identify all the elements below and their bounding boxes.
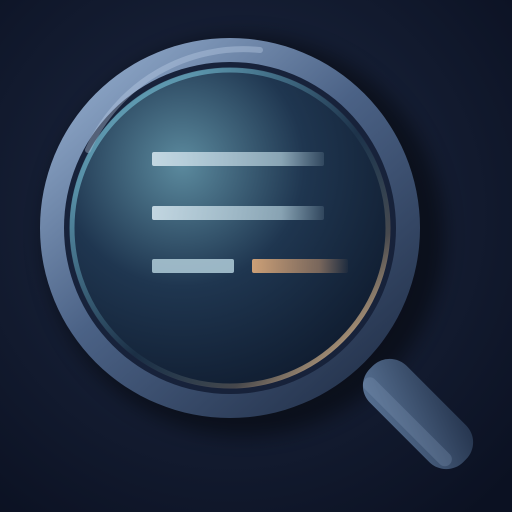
text-line-3-accent: [252, 259, 348, 273]
magnifying-glass-icon: [0, 0, 512, 512]
text-line-2: [152, 206, 324, 220]
text-line-3-short: [152, 259, 234, 273]
text-line-1: [152, 152, 324, 166]
app-icon: [0, 0, 512, 512]
